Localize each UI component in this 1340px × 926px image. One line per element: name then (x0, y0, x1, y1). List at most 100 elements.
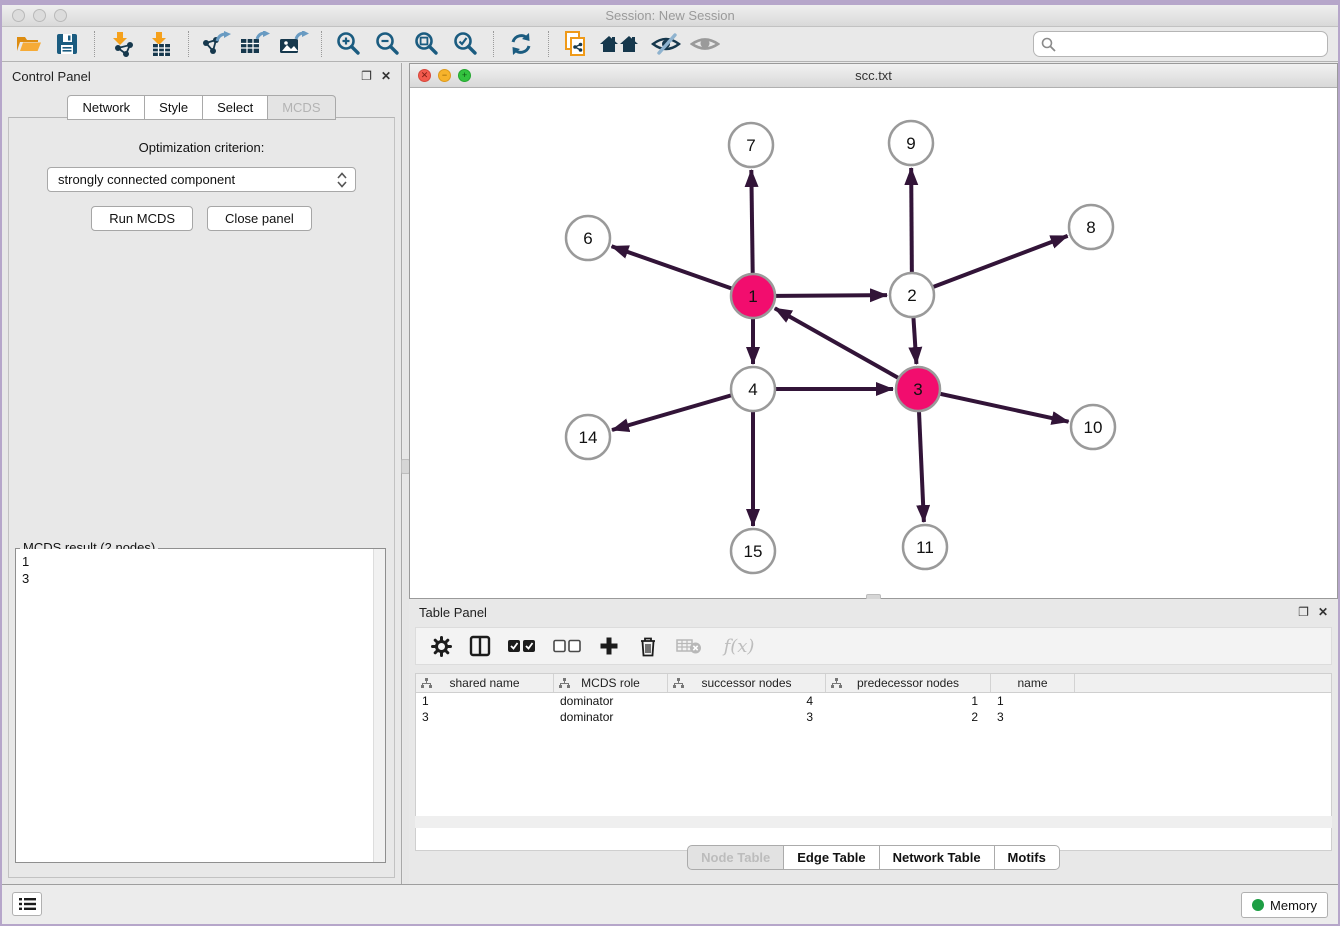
network-graph[interactable]: 7968124314101511 (410, 88, 1337, 598)
cell-name[interactable]: 1 (991, 693, 1075, 709)
column-header-predecessor-nodes[interactable]: predecessor nodes (826, 674, 991, 692)
add-column-button[interactable] (596, 633, 622, 659)
show-hidden-button[interactable] (689, 29, 721, 59)
import-network-icon (109, 31, 135, 57)
export-network-button[interactable] (200, 29, 232, 59)
column-header-successor-nodes[interactable]: successor nodes (668, 674, 826, 692)
houses-button[interactable] (599, 29, 643, 59)
select-all-button[interactable] (506, 633, 538, 659)
cell-shared-name[interactable]: 1 (416, 693, 554, 709)
refresh-view-button[interactable] (505, 29, 537, 59)
columns-icon (469, 635, 491, 657)
zoom-selected-icon (453, 31, 479, 57)
table-hscrollbar[interactable] (415, 816, 1332, 828)
table-row[interactable]: 1 dominator 4 1 1 (416, 693, 1331, 709)
optimization-label: Optimization criterion: (9, 140, 394, 155)
table-row[interactable]: 3 dominator 3 2 3 (416, 709, 1331, 725)
tab-network[interactable]: Network (67, 95, 145, 120)
mcds-result-item: 1 (22, 553, 385, 570)
tab-style[interactable]: Style (145, 95, 203, 120)
network-window-titlebar: ✕ − + scc.txt (410, 64, 1337, 88)
copy-network-button[interactable] (560, 29, 592, 59)
minimize-window-icon[interactable] (33, 9, 46, 22)
close-network-icon[interactable]: ✕ (418, 69, 431, 82)
zoom-fit-button[interactable] (411, 29, 443, 59)
save-session-button[interactable] (51, 29, 83, 59)
column-header-name[interactable]: name (991, 674, 1075, 692)
deselect-all-button[interactable] (551, 633, 583, 659)
delete-column-button[interactable] (635, 633, 661, 659)
tab-node-table[interactable]: Node Table (687, 845, 784, 870)
close-panel-button[interactable]: Close panel (207, 206, 312, 231)
function-builder-button[interactable]: f(x) (717, 633, 761, 659)
list-icon (19, 897, 36, 911)
network-canvas[interactable]: 7968124314101511 (410, 88, 1337, 598)
control-panel-title: Control Panel (12, 69, 91, 84)
export-table-button[interactable] (239, 29, 271, 59)
gear-button[interactable] (428, 633, 454, 659)
memory-button[interactable]: Memory (1241, 892, 1328, 918)
run-mcds-button[interactable]: Run MCDS (91, 206, 193, 231)
import-table-button[interactable] (145, 29, 177, 59)
cell-predecessor-nodes[interactable]: 1 (826, 693, 991, 709)
memory-status-icon (1252, 899, 1264, 911)
result-scrollbar[interactable] (373, 549, 385, 862)
minimize-network-icon[interactable]: − (438, 69, 451, 82)
column-header-shared-name[interactable]: shared name (416, 674, 554, 692)
tab-edge-table[interactable]: Edge Table (784, 845, 879, 870)
maximize-network-icon[interactable]: + (458, 69, 471, 82)
unchecked-boxes-icon (553, 639, 581, 653)
cell-successor-nodes[interactable]: 4 (668, 693, 826, 709)
tab-network-table[interactable]: Network Table (880, 845, 995, 870)
search-icon (1041, 37, 1056, 52)
open-folder-icon (14, 32, 42, 56)
task-history-button[interactable] (12, 892, 42, 916)
graph-node-label: 9 (906, 134, 915, 153)
mcds-result-box: MCDS result (2 nodes) 1 3 (15, 548, 386, 863)
maximize-window-icon[interactable] (54, 9, 67, 22)
tab-motifs[interactable]: Motifs (995, 845, 1060, 870)
float-panel-icon[interactable]: ❐ (361, 69, 372, 83)
delete-table-button[interactable] (674, 633, 704, 659)
cell-mcds-role[interactable]: dominator (554, 693, 668, 709)
open-session-button[interactable] (12, 29, 44, 59)
show-columns-button[interactable] (467, 633, 493, 659)
tab-select[interactable]: Select (203, 95, 268, 120)
cell-mcds-role[interactable]: dominator (554, 709, 668, 725)
close-panel-icon[interactable]: ✕ (381, 69, 391, 83)
attribute-tree-icon (421, 678, 432, 689)
cell-predecessor-nodes[interactable]: 2 (826, 709, 991, 725)
zoom-in-button[interactable] (333, 29, 365, 59)
close-window-icon[interactable] (12, 9, 25, 22)
zoom-selected-button[interactable] (450, 29, 482, 59)
import-table-icon (148, 31, 174, 57)
graph-node-label: 14 (579, 428, 598, 447)
import-network-button[interactable] (106, 29, 138, 59)
eye-slash-icon (651, 32, 681, 56)
hide-selection-button[interactable] (650, 29, 682, 59)
status-bar: Memory (2, 884, 1338, 924)
graph-node-label: 8 (1086, 218, 1095, 237)
float-panel-icon[interactable]: ❐ (1298, 605, 1309, 619)
optimization-select[interactable]: strongly connected component (47, 167, 356, 192)
export-table-icon (239, 31, 271, 57)
cell-name[interactable]: 3 (991, 709, 1075, 725)
graph-edge-3-1[interactable] (775, 308, 918, 389)
window-controls (12, 9, 67, 22)
application-window: Session: New Session (0, 0, 1340, 926)
graph-node-label: 11 (916, 538, 934, 557)
attribute-tree-icon (559, 678, 570, 689)
cell-shared-name[interactable]: 3 (416, 709, 554, 725)
zoom-in-icon (336, 31, 362, 57)
toolbar-separator (188, 31, 189, 57)
cell-successor-nodes[interactable]: 3 (668, 709, 826, 725)
attribute-tree-icon (673, 678, 684, 689)
export-image-button[interactable] (278, 29, 310, 59)
zoom-out-button[interactable] (372, 29, 404, 59)
close-panel-icon[interactable]: ✕ (1318, 605, 1328, 619)
control-panel-header: Control Panel ❐ ✕ (2, 63, 401, 89)
column-header-mcds-role[interactable]: MCDS role (554, 674, 668, 692)
graph-edge-2-8[interactable] (912, 236, 1068, 295)
tab-mcds[interactable]: MCDS (268, 95, 335, 120)
search-input[interactable] (1033, 31, 1328, 57)
